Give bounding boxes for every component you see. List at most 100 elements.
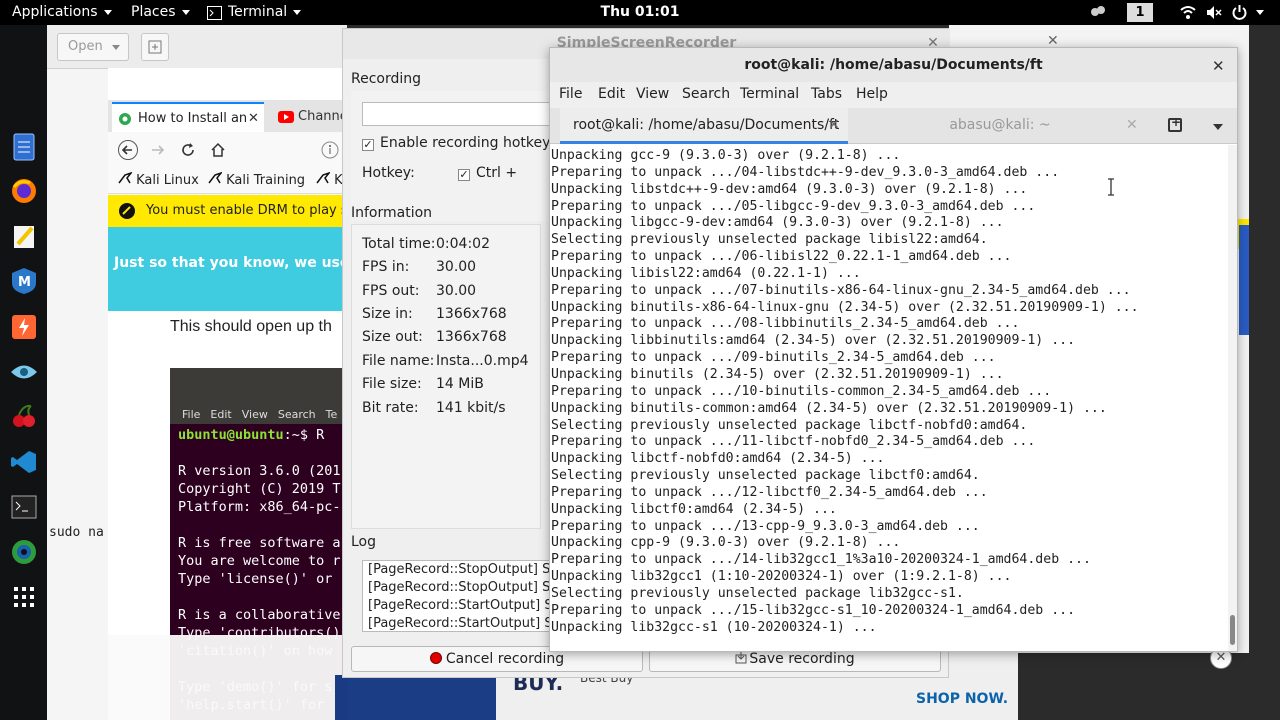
text-editor-icon bbox=[13, 225, 34, 248]
recording-heading: Recording bbox=[351, 71, 422, 87]
dock-firefox[interactable] bbox=[8, 175, 39, 206]
dock-burpsuite[interactable] bbox=[8, 311, 39, 342]
eye-icon bbox=[10, 365, 37, 378]
back-icon[interactable] bbox=[118, 140, 138, 160]
dock-metasploit[interactable]: M bbox=[8, 265, 39, 296]
terminal-output[interactable]: Unpacking gcc-9 (9.3.0-3) over (9.2.1-8)… bbox=[550, 145, 1226, 651]
bookmark-kali-training[interactable]: Kali Training bbox=[208, 171, 305, 188]
workspace-indicator[interactable]: 1 bbox=[1127, 3, 1153, 22]
chevron-down-icon[interactable] bbox=[1256, 10, 1264, 15]
checkbox-checked-icon: ✓ bbox=[362, 138, 374, 151]
app-grid-icon bbox=[13, 586, 34, 607]
terminal-menubar: File Edit View Search Terminal Tabs Help bbox=[550, 82, 1237, 108]
svg-text:M: M bbox=[18, 275, 31, 290]
terminal-line: Unpacking libctf-nobfd0:amd64 (2.34-5) .… bbox=[551, 451, 885, 467]
background-blue-strip bbox=[1239, 225, 1249, 335]
screenshot-line: Copyright (C) 2019 T bbox=[178, 481, 341, 497]
screenshot-menu-item: View bbox=[241, 408, 268, 421]
forward-icon[interactable] bbox=[150, 142, 166, 158]
terminal-line: Unpacking libbinutils:amd64 (2.34-5) ove… bbox=[551, 333, 1076, 349]
terminal-icon bbox=[11, 495, 36, 518]
extensions-icon[interactable] bbox=[1090, 5, 1106, 20]
terminal-line: Unpacking libctf0:amd64 (2.34-5) ... bbox=[551, 501, 837, 517]
terminal-tab-active[interactable]: root@kali: /home/abasu/Documents/ft ✕ bbox=[560, 108, 848, 144]
screenshot-line: R is free software a bbox=[178, 535, 341, 551]
burpsuite-icon bbox=[11, 314, 36, 339]
close-tab-icon[interactable]: ✕ bbox=[1126, 108, 1138, 142]
terminal-line: Preparing to unpack .../07-binutils-x86-… bbox=[551, 282, 1131, 298]
open-label: Open bbox=[68, 39, 103, 54]
terminal-tab-label: root@kali: /home/abasu/Documents/ft bbox=[573, 117, 840, 133]
menu-search[interactable]: Search bbox=[682, 86, 730, 102]
log-view[interactable]: [PageRecord::StopOutput] St [PageRecord:… bbox=[362, 560, 562, 632]
dock-show-apps[interactable] bbox=[8, 581, 39, 612]
dock-text-editor[interactable] bbox=[8, 221, 39, 252]
top-bar: Applications Places Terminal Thu 01:01 1 bbox=[0, 0, 1280, 25]
metasploit-icon: M bbox=[11, 267, 36, 294]
wifi-icon[interactable] bbox=[1180, 5, 1196, 20]
close-icon[interactable]: ✕ bbox=[1212, 57, 1225, 75]
close-tab-icon[interactable]: ✕ bbox=[828, 108, 840, 142]
dock-files[interactable] bbox=[8, 131, 39, 162]
shop-now-link[interactable]: SHOP NOW. bbox=[916, 691, 1008, 707]
bit-rate-value: 141 kbit/s bbox=[436, 400, 506, 416]
info-label: Size in: bbox=[362, 306, 413, 322]
dock-terminal[interactable] bbox=[8, 491, 39, 522]
bookmark-kali-linux[interactable]: Kali Linux bbox=[118, 171, 199, 188]
enable-hotkey-label: Enable recording hotkey bbox=[380, 135, 551, 151]
kali-dragon-icon bbox=[118, 171, 134, 184]
terminal-scrollbar[interactable] bbox=[1228, 145, 1237, 651]
screenshot-line bbox=[178, 588, 341, 606]
reload-icon[interactable] bbox=[180, 142, 196, 158]
menu-tabs[interactable]: Tabs bbox=[811, 86, 842, 102]
file-manager-icon bbox=[13, 133, 34, 160]
save-icon bbox=[735, 652, 747, 664]
menu-view[interactable]: View bbox=[636, 86, 669, 102]
dock-maltego[interactable] bbox=[8, 536, 39, 567]
bookmarks-bar: Kali Linux Kali Training K bbox=[108, 168, 348, 194]
chevron-down-icon bbox=[112, 45, 120, 50]
close-icon[interactable]: ✕ bbox=[248, 104, 259, 132]
volume-muted-icon[interactable] bbox=[1206, 5, 1222, 20]
menu-help[interactable]: Help bbox=[856, 86, 888, 102]
chevron-down-icon[interactable] bbox=[1213, 124, 1223, 130]
new-tab-icon[interactable] bbox=[1168, 115, 1182, 132]
article-paragraph: This should open up th bbox=[170, 318, 332, 335]
dock-cherrytree[interactable] bbox=[8, 400, 39, 431]
terminal-line: Unpacking binutils-x86-64-linux-gnu (2.3… bbox=[551, 299, 1139, 315]
terminal-line: Preparing to unpack .../13-cpp-9_9.3.0-3… bbox=[551, 518, 980, 534]
info-label: Bit rate: bbox=[362, 400, 419, 416]
terminal-line: Selecting previously unselected package … bbox=[551, 232, 988, 248]
screenshot-line: R version 3.6.0 (201 bbox=[178, 463, 341, 479]
terminal-line: Unpacking cpp-9 (9.3.0-3) over (9.2.1-8)… bbox=[551, 535, 901, 551]
power-icon[interactable] bbox=[1232, 5, 1247, 20]
new-tab-button[interactable] bbox=[141, 33, 169, 61]
enable-hotkey-checkbox[interactable]: ✓ Enable recording hotkey bbox=[362, 135, 550, 151]
dock-eye-app[interactable] bbox=[8, 356, 39, 387]
size-in-value: 1366x768 bbox=[436, 306, 507, 322]
screenshot-titlebar bbox=[170, 368, 348, 408]
record-icon bbox=[429, 652, 442, 664]
file-name-value: Insta...0.mp4 bbox=[436, 353, 529, 369]
ctrl-checkbox[interactable]: ✓ Ctrl + bbox=[458, 165, 517, 181]
log-line: [PageRecord::StartOutput] St bbox=[368, 616, 558, 631]
browser-tab-active[interactable]: How to Install an ✕ bbox=[112, 102, 264, 132]
menu-terminal[interactable]: Terminal bbox=[740, 86, 799, 102]
open-button[interactable]: Open bbox=[57, 33, 129, 61]
clock[interactable]: Thu 01:01 bbox=[0, 0, 1280, 25]
terminal-tab[interactable]: abasu@kali: ~ ✕ bbox=[850, 108, 1150, 144]
menu-edit[interactable]: Edit bbox=[598, 86, 625, 102]
info-icon[interactable] bbox=[320, 140, 340, 160]
menu-file[interactable]: File bbox=[559, 86, 582, 102]
checkbox-checked-icon: ✓ bbox=[458, 168, 470, 181]
dock-vscode[interactable] bbox=[8, 446, 39, 477]
kali-dragon-icon bbox=[208, 171, 224, 184]
browser-tab[interactable]: Channe bbox=[274, 102, 348, 132]
bookmark-k[interactable]: K bbox=[316, 171, 343, 188]
scrollbar-thumb[interactable] bbox=[1230, 615, 1235, 645]
log-line: [PageRecord::StopOutput] St bbox=[368, 562, 556, 577]
file-size-value: 14 MiB bbox=[436, 376, 484, 392]
info-label: File name: bbox=[362, 353, 435, 369]
home-icon[interactable] bbox=[210, 142, 226, 158]
recording-field[interactable] bbox=[362, 102, 562, 126]
